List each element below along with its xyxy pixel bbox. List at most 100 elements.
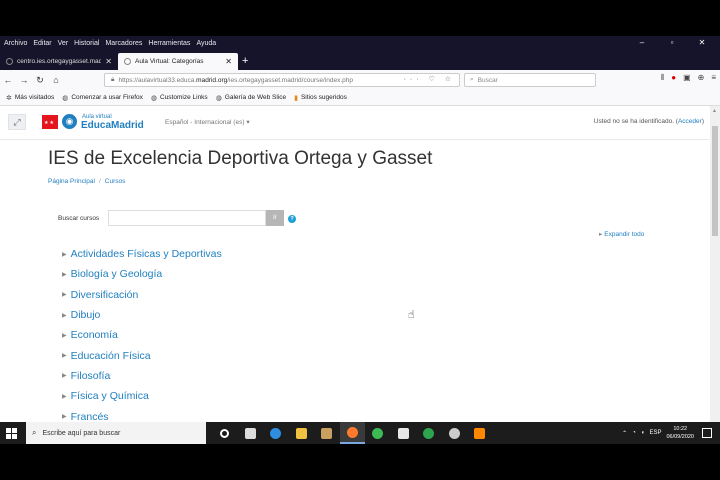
expand-arrows-icon[interactable]: ⤢	[8, 114, 26, 130]
expand-all-link[interactable]: ▸ Expandir todo	[599, 230, 644, 238]
caret-down-icon: ▾	[246, 119, 250, 126]
course-search-button[interactable]: Ir	[266, 210, 284, 226]
toolbar-icons: ⫴ ● ▣ ⊕ ≡	[661, 73, 716, 83]
logo-title[interactable]: EducaMadrid	[81, 120, 144, 131]
windows-taskbar: ⌕ Escribe aquí para buscar ⌃ ◔ ◖ ESP 10:…	[0, 422, 720, 444]
category-label[interactable]: Economía	[71, 329, 118, 341]
menu-archivo[interactable]: Archivo	[4, 40, 27, 47]
tab-aula-virtual[interactable]: Aula Virtual: Categorías ✕	[118, 53, 238, 70]
maximize-button[interactable]: ▫	[660, 36, 684, 50]
firefox-taskbar-icon[interactable]	[339, 422, 365, 444]
caret-right-icon: ▶	[62, 271, 67, 278]
category-label[interactable]: Filosofía	[71, 370, 111, 382]
navigation-bar: ← → ↻ ⌂ 🔒︎ https://aulavirtual33.educa. m…	[0, 70, 720, 90]
edge-taskbar-icon[interactable]	[263, 422, 289, 444]
category-label[interactable]: Diversificación	[71, 289, 139, 301]
category-item[interactable]: ▶ Filosofía	[62, 366, 222, 386]
notification-icon[interactable]	[702, 428, 712, 438]
breadcrumb-cursos[interactable]: Cursos	[105, 178, 126, 185]
help-icon[interactable]: ?	[288, 215, 296, 223]
menu-ayuda[interactable]: Ayuda	[196, 40, 216, 47]
bookmarks-bar: ✲ Más visitados ◍ Comenzar a usar Firefox …	[0, 90, 720, 106]
addon-icon[interactable]: ●	[671, 73, 676, 83]
app-green-taskbar-icon[interactable]	[416, 422, 442, 444]
app-gray-taskbar-icon[interactable]	[442, 422, 468, 444]
category-item[interactable]: ▶ Educación Física	[62, 345, 222, 365]
menu-herramientas[interactable]: Herramientas	[148, 40, 190, 47]
suggested-sites-icon: ▮	[294, 94, 298, 102]
page-title: IES de Excelencia Deportiva Ortega y Gas…	[48, 148, 433, 169]
back-icon[interactable]: ←	[0, 75, 16, 85]
scroll-up-icon[interactable]: ▲	[712, 108, 717, 114]
reload-icon[interactable]: ↻	[32, 75, 48, 86]
scrollbar-thumb[interactable]	[712, 126, 718, 236]
menu-ver[interactable]: Ver	[58, 40, 69, 47]
menu-icon[interactable]: ≡	[711, 73, 716, 83]
globe-icon: ◍	[215, 94, 222, 102]
login-link[interactable]: Acceder	[678, 118, 702, 125]
language-selector[interactable]: Español - Internacional (es) ▾	[165, 118, 250, 126]
sidebar-icon[interactable]: ▣	[683, 73, 691, 83]
store-taskbar-icon[interactable]	[391, 422, 417, 444]
home-icon[interactable]: ⌂	[48, 75, 64, 85]
menu-marcadores[interactable]: Marcadores	[105, 40, 142, 47]
globe-icon	[6, 58, 13, 65]
category-label[interactable]: Física y Química	[71, 390, 149, 402]
extension-icon[interactable]: ⊕	[698, 73, 705, 83]
url-bar[interactable]: 🔒︎ https://aulavirtual33.educa. madrid.or…	[104, 73, 460, 87]
category-label[interactable]: Actividades Físicas y Deportivas	[71, 248, 222, 260]
site-header: ⤢ ★★ ◉ Aula virtual EducaMadrid Español …	[0, 106, 710, 140]
forward-icon[interactable]: →	[16, 75, 32, 85]
category-item[interactable]: ▶ Dibujo	[62, 305, 222, 325]
category-label[interactable]: Francés	[71, 411, 109, 423]
menu-editar[interactable]: Editar	[33, 40, 51, 47]
bookmark-sitios[interactable]: ▮ Sitios sugeridos	[294, 94, 347, 102]
windows-start-icon[interactable]	[6, 428, 17, 439]
task-view-taskbar-icon[interactable]	[238, 422, 264, 444]
close-tab-icon[interactable]: ✕	[225, 57, 232, 66]
taskbar-search-input[interactable]: ⌕ Escribe aquí para buscar	[26, 422, 206, 444]
category-label[interactable]: Biología y Geología	[71, 268, 163, 280]
vlc-taskbar-icon[interactable]	[467, 422, 493, 444]
course-search-input[interactable]	[108, 210, 266, 226]
tray-lang[interactable]: ESP	[649, 430, 661, 436]
tab-bar: centro.ies.ortegaygasset.madr ✕ Aula Vir…	[0, 50, 720, 70]
category-item[interactable]: ▶ Economía	[62, 325, 222, 345]
category-item[interactable]: ▶ Biología y Geología	[62, 264, 222, 284]
category-list: ▶ Actividades Físicas y Deportivas ▶ Biolo…	[62, 244, 222, 427]
tray-time: 10:22	[673, 426, 688, 432]
system-tray: ⌃ ◔ ◖ ESP 10:22 06/09/2020	[622, 422, 694, 444]
bookmark-mas-visitados[interactable]: ✲ Más visitados	[6, 94, 54, 102]
page-actions-icons[interactable]: ··· ♡ ☆	[404, 75, 455, 83]
breadcrumb-home[interactable]: Página Principal	[48, 178, 95, 185]
chrome-taskbar-icon[interactable]	[365, 422, 391, 444]
library-icon[interactable]: ⫴	[661, 73, 664, 83]
course-search-label: Buscar cursos	[58, 215, 100, 222]
minimize-button[interactable]: –	[630, 36, 654, 50]
bookmark-comenzar[interactable]: ◍ Comenzar a usar Firefox	[62, 94, 143, 102]
category-label[interactable]: Educación Física	[71, 350, 151, 362]
cortana-taskbar-icon[interactable]	[212, 422, 238, 444]
bookmark-web-slice[interactable]: ◍ Galería de Web Slice	[216, 94, 286, 102]
menu-historial[interactable]: Historial	[74, 40, 99, 47]
tab-centro[interactable]: centro.ies.ortegaygasset.madr ✕	[0, 53, 118, 70]
page-scrollbar[interactable]: ▲ ▼	[710, 106, 720, 443]
speaker-icon[interactable]: ◖	[641, 430, 645, 436]
network-icon[interactable]: ◔	[632, 430, 636, 436]
category-item[interactable]: ▶ Física y Química	[62, 386, 222, 406]
tray-chevron-icon[interactable]: ⌃	[622, 430, 627, 437]
category-item[interactable]: ▶ Diversificación	[62, 285, 222, 305]
bookmark-customize[interactable]: ◍ Customize Links	[151, 94, 208, 102]
media-taskbar-icon[interactable]	[314, 422, 340, 444]
expand-all-label: Expandir todo	[604, 231, 645, 238]
search-input[interactable]: ⌕ Buscar	[464, 73, 596, 87]
caret-right-icon: ▶	[62, 393, 67, 400]
category-label[interactable]: Dibujo	[71, 309, 101, 321]
file-explorer-taskbar-icon[interactable]	[289, 422, 315, 444]
category-item[interactable]: ▶ Actividades Físicas y Deportivas	[62, 244, 222, 264]
bookmark-label: Sitios sugeridos	[300, 94, 347, 101]
close-tab-icon[interactable]: ✕	[105, 57, 112, 66]
new-tab-button[interactable]: +	[242, 53, 248, 69]
tray-clock[interactable]: 10:22 06/09/2020	[666, 425, 694, 441]
close-window-button[interactable]: ✕	[690, 36, 714, 50]
